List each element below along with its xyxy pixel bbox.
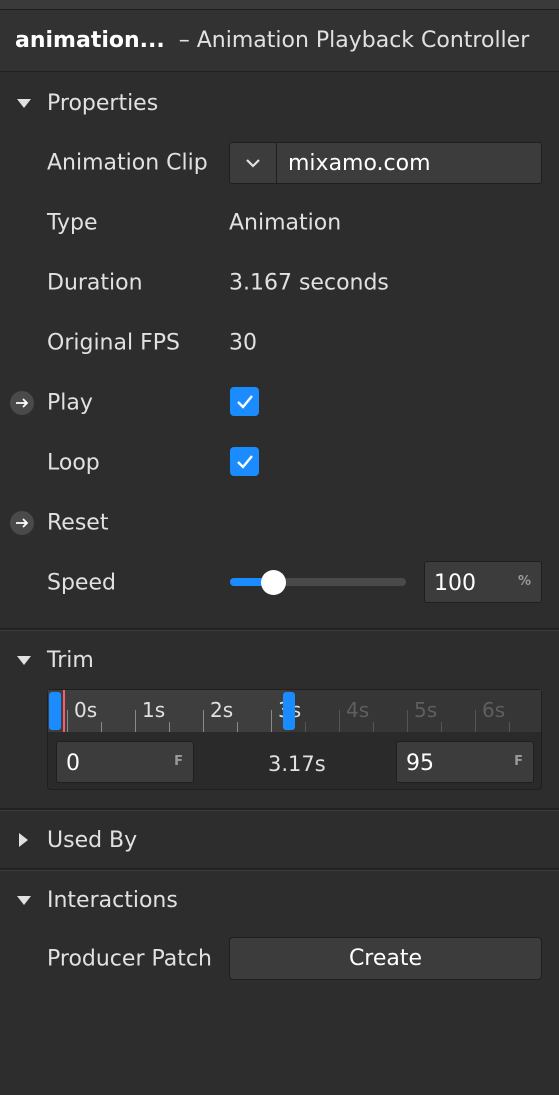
- timeline-tick: [169, 722, 170, 732]
- timeline-tick: [339, 710, 340, 732]
- collapse-triangle-icon: [17, 655, 31, 665]
- object-name: animation...: [15, 28, 165, 53]
- speed-value: 100: [434, 570, 476, 596]
- type-value: Animation: [229, 210, 342, 236]
- timeline-label: 2s: [210, 698, 234, 722]
- row-type: Type Animation: [0, 193, 559, 253]
- frame-unit: F: [174, 753, 183, 769]
- speed-input[interactable]: 100 %: [424, 561, 542, 603]
- section-trim-header[interactable]: Trim: [0, 631, 559, 689]
- trim-start-frame-input[interactable]: 0 F: [56, 741, 194, 783]
- section-title: Properties: [47, 90, 159, 116]
- timeline-tick: [441, 722, 442, 732]
- timeline-tick: [237, 722, 238, 732]
- trim-end-frame-value: 95: [406, 750, 434, 776]
- reset-label: Reset: [47, 510, 109, 536]
- trim-duration-label: 3.17s: [268, 752, 326, 776]
- trim-start-frame-value: 0: [66, 750, 80, 776]
- section-title: Interactions: [47, 887, 178, 913]
- object-type: – Animation Playback Controller: [178, 28, 530, 53]
- row-duration: Duration 3.167 seconds: [0, 253, 559, 313]
- trim-start-handle[interactable]: [49, 692, 61, 730]
- expand-triangle-icon: [19, 833, 28, 847]
- duration-label: Duration: [47, 270, 143, 296]
- timeline-tick: [305, 722, 306, 732]
- timeline-tick: [475, 710, 476, 732]
- type-label: Type: [47, 210, 98, 236]
- timeline-tick: [67, 710, 68, 732]
- original-fps-label: Original FPS: [47, 330, 180, 356]
- create-producer-patch-button[interactable]: Create: [229, 937, 542, 980]
- timeline-tick: [271, 710, 272, 732]
- timeline-tick: [135, 710, 136, 732]
- collapse-triangle-icon: [17, 98, 31, 108]
- duration-value: 3.167 seconds: [229, 270, 389, 296]
- timeline-tick: [101, 722, 102, 732]
- timeline-label: 1s: [142, 698, 166, 722]
- timeline-tick: [509, 722, 510, 732]
- section-interactions-header[interactable]: Interactions: [0, 871, 559, 929]
- trim-end-frame-input[interactable]: 95 F: [396, 741, 534, 783]
- section-title: Trim: [47, 647, 94, 673]
- animation-clip-label: Animation Clip: [47, 150, 208, 176]
- speed-unit: %: [517, 573, 531, 589]
- row-original-fps: Original FPS 30: [0, 313, 559, 373]
- trim-end-handle[interactable]: [283, 692, 295, 730]
- timeline-tick: [373, 722, 374, 732]
- row-play: Play: [0, 373, 559, 433]
- timeline-label: 5s: [414, 698, 438, 722]
- playhead-marker[interactable]: [63, 690, 65, 732]
- timeline-label: 6s: [482, 698, 506, 722]
- row-loop: Loop: [0, 433, 559, 493]
- section-properties-header[interactable]: Properties: [0, 74, 559, 132]
- inspector-header: animation... – Animation Playback Contro…: [0, 10, 559, 72]
- animation-clip-dropdown[interactable]: mixamo.com: [229, 142, 542, 184]
- timeline-label: 4s: [346, 698, 370, 722]
- loop-label: Loop: [47, 450, 100, 476]
- timeline-tick: [203, 710, 204, 732]
- reset-connect-arrow-icon[interactable]: [10, 511, 34, 535]
- producer-patch-label: Producer Patch: [47, 946, 212, 972]
- timeline-tick: [407, 710, 408, 732]
- original-fps-value: 30: [229, 330, 257, 356]
- frame-unit: F: [514, 753, 523, 769]
- chevron-down-icon[interactable]: [230, 143, 277, 183]
- window-top-bar: [0, 0, 559, 10]
- section-used-by-header[interactable]: Used By: [0, 811, 559, 869]
- play-checkbox[interactable]: [230, 387, 259, 416]
- collapse-triangle-icon: [17, 895, 31, 905]
- loop-checkbox[interactable]: [230, 447, 259, 476]
- speed-label: Speed: [47, 570, 116, 596]
- play-label: Play: [47, 390, 93, 416]
- row-reset: Reset: [0, 493, 559, 553]
- animation-clip-value: mixamo.com: [288, 150, 431, 176]
- speed-slider-handle[interactable]: [261, 570, 286, 595]
- play-connect-arrow-icon[interactable]: [10, 391, 34, 415]
- section-title: Used By: [47, 827, 138, 853]
- timeline-label: 0s: [74, 698, 98, 722]
